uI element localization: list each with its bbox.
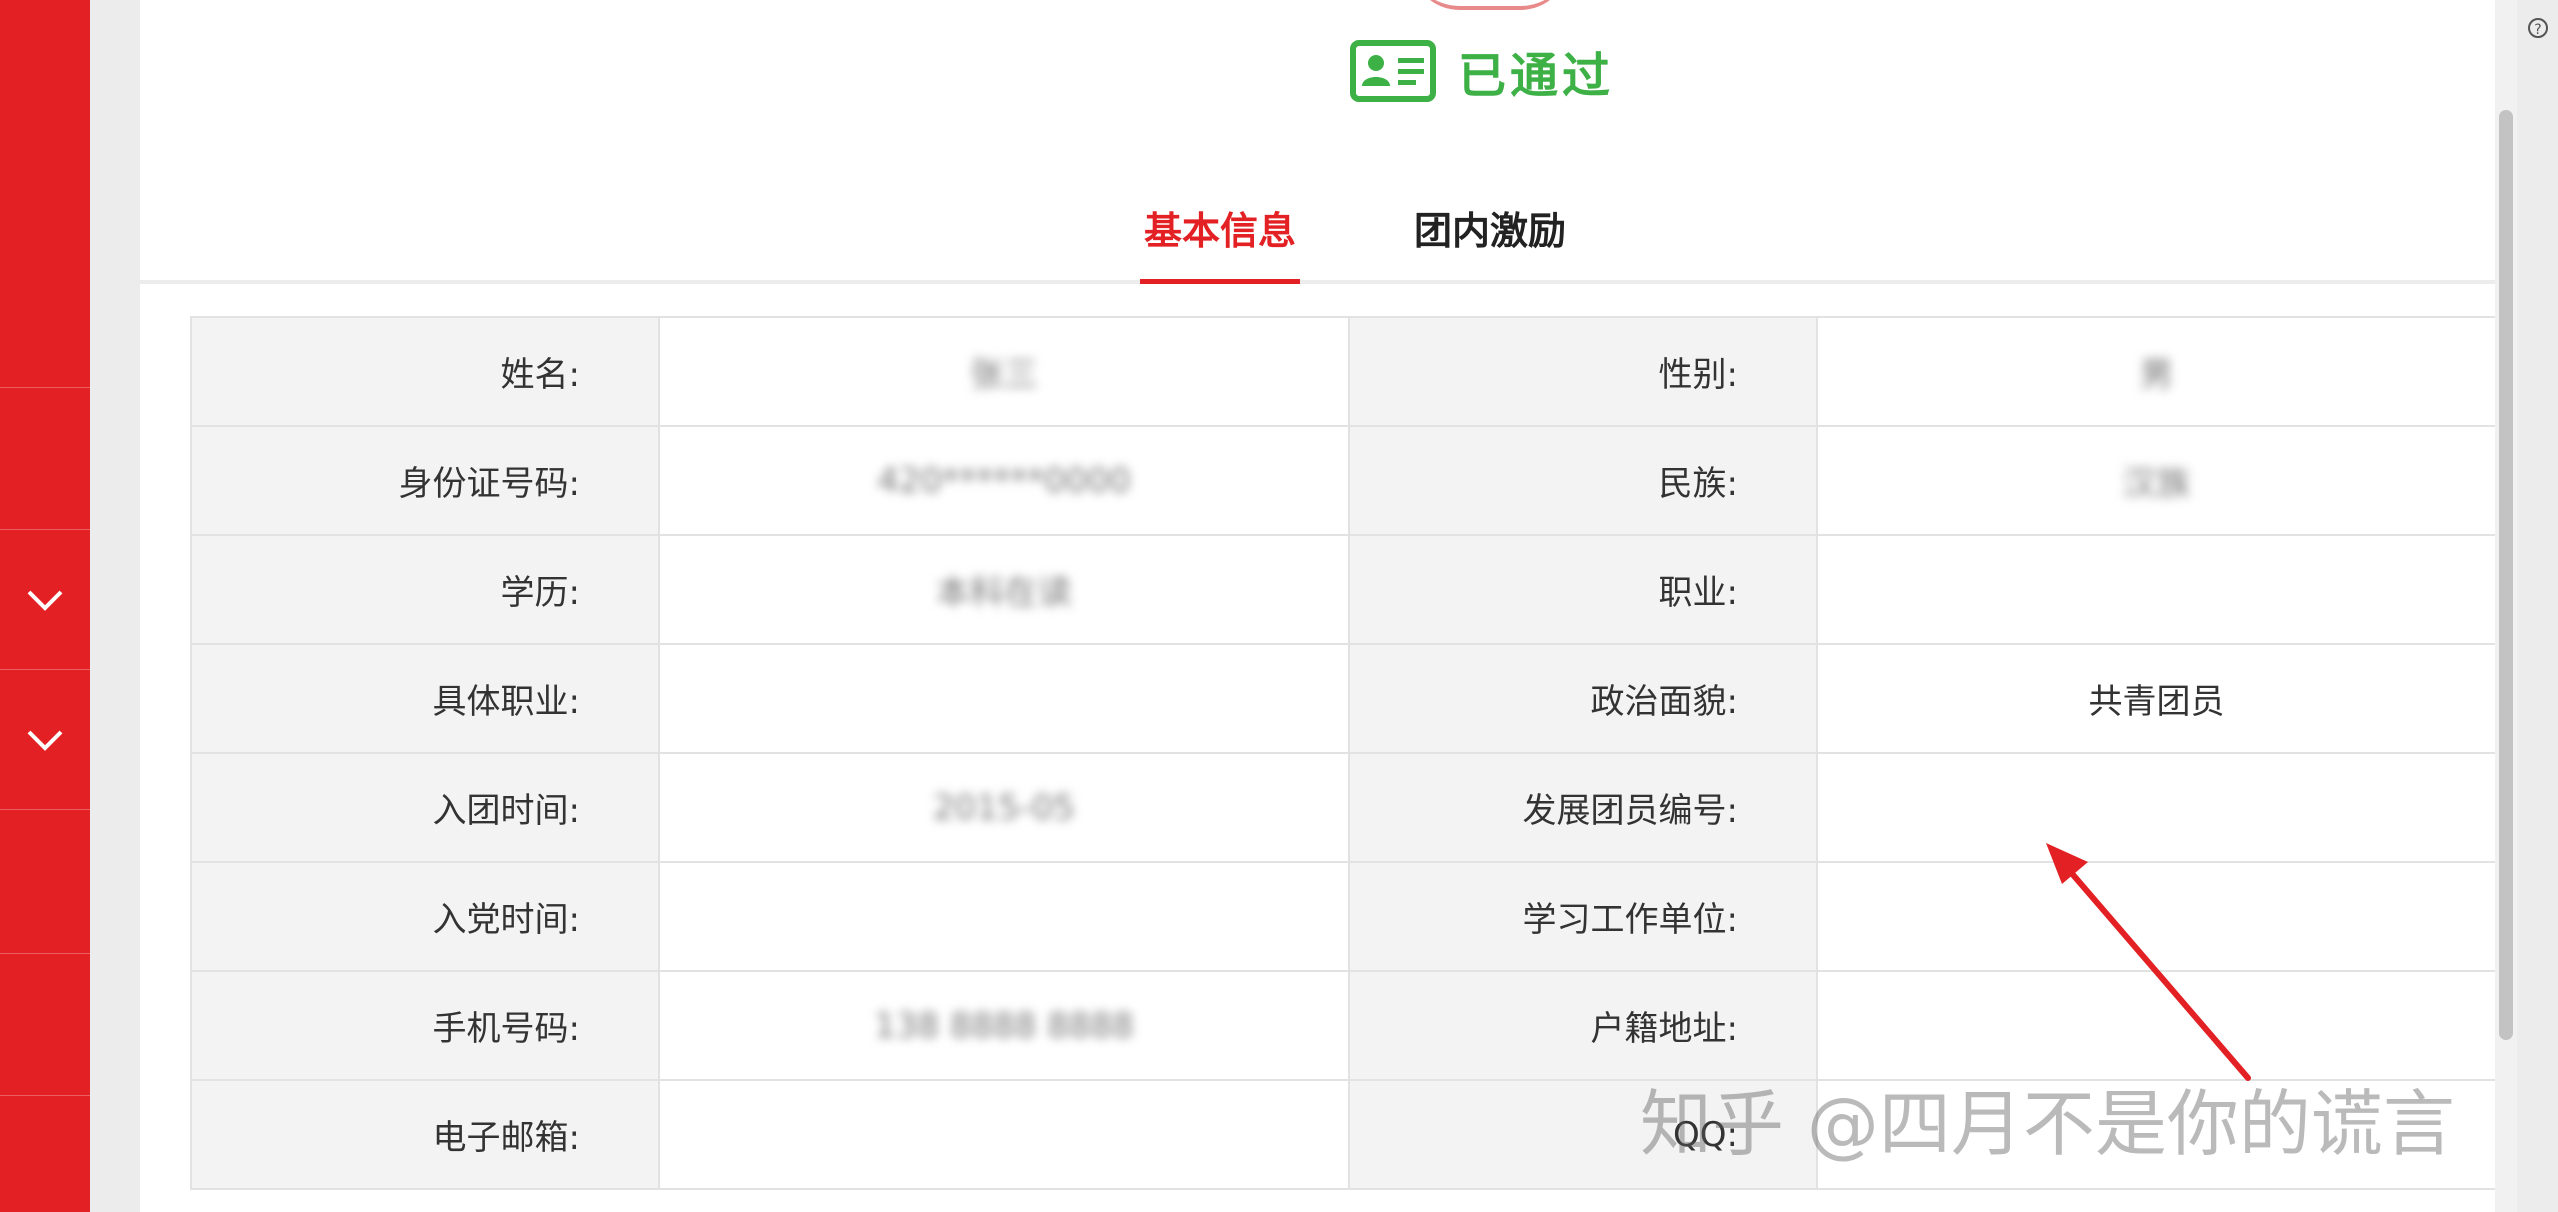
page: 已通过 基本信息 团内激励 姓名: 张三 性别: 男 身份证号码: 420***… bbox=[0, 0, 2558, 1212]
field-label: 学习工作单位: bbox=[1348, 861, 1818, 972]
email-value bbox=[658, 1079, 1350, 1190]
ethnicity-value: 汉族 bbox=[2122, 464, 2191, 504]
field-value: 138 8888 8888 bbox=[658, 970, 1350, 1081]
approval-status: 已通过 bbox=[1350, 36, 1614, 106]
field-label: 学历: bbox=[190, 534, 660, 645]
field-value: 420******0000 bbox=[658, 425, 1350, 536]
specific-occupation-value bbox=[658, 643, 1350, 754]
occupation-value bbox=[1816, 534, 2497, 645]
field-value: 本科在读 bbox=[658, 534, 1350, 645]
tab-bar: 基本信息 团内激励 bbox=[140, 200, 2495, 284]
id-card-icon bbox=[1350, 40, 1436, 102]
field-label: 政治面貌: bbox=[1348, 643, 1818, 754]
tab-incentives[interactable]: 团内激励 bbox=[1390, 200, 1590, 280]
avatar-outline bbox=[1410, 0, 1570, 10]
scrollbar-thumb[interactable] bbox=[2499, 110, 2513, 1040]
political-status-value: 共青团员 bbox=[1816, 643, 2497, 754]
help-icon[interactable]: ? bbox=[2528, 18, 2548, 38]
sidebar-item[interactable] bbox=[0, 388, 90, 530]
field-label: 入党时间: bbox=[190, 861, 660, 972]
table-row: 姓名: 张三 性别: 男 bbox=[190, 316, 2497, 427]
field-value: 汉族 bbox=[1816, 425, 2497, 536]
sidebar-item[interactable] bbox=[0, 954, 90, 1096]
sidebar-item[interactable] bbox=[0, 246, 90, 388]
sidebar-item[interactable] bbox=[0, 810, 90, 954]
table-row: 学历: 本科在读 职业: bbox=[190, 534, 2497, 645]
sidebar-item-expand-2[interactable] bbox=[0, 670, 90, 810]
field-value: 张三 bbox=[658, 316, 1350, 427]
member-detail-card: 已通过 基本信息 团内激励 姓名: 张三 性别: 男 身份证号码: 420***… bbox=[140, 0, 2497, 1212]
table-row: 入党时间: 学习工作单位: bbox=[190, 861, 2497, 972]
id-number-value: 420******0000 bbox=[877, 460, 1131, 501]
field-label: 具体职业: bbox=[190, 643, 660, 754]
field-label: 电子邮箱: bbox=[190, 1079, 660, 1190]
basic-info-table: 姓名: 张三 性别: 男 身份证号码: 420******0000 民族: 汉族… bbox=[190, 316, 2497, 1190]
field-label: 职业: bbox=[1348, 534, 1818, 645]
table-row: 具体职业: 政治面貌: 共青团员 bbox=[190, 643, 2497, 754]
household-address-value bbox=[1816, 970, 2497, 1081]
field-label: 性别: bbox=[1348, 316, 1818, 427]
field-label: 姓名: bbox=[190, 316, 660, 427]
chevron-down-icon bbox=[27, 730, 63, 751]
field-label: 民族: bbox=[1348, 425, 1818, 536]
tab-basic-info[interactable]: 基本信息 bbox=[1140, 200, 1300, 284]
table-row: 入团时间: 2015-05 发展团员编号: bbox=[190, 752, 2497, 863]
sidebar-item-expand-1[interactable] bbox=[0, 530, 90, 670]
table-row: 手机号码: 138 8888 8888 户籍地址: bbox=[190, 970, 2497, 1081]
field-label: 入团时间: bbox=[190, 752, 660, 863]
work-unit-value bbox=[1816, 861, 2497, 972]
status-label: 已通过 bbox=[1458, 48, 1615, 104]
field-label: 身份证号码: bbox=[190, 425, 660, 536]
gender-value: 男 bbox=[2139, 355, 2174, 395]
league-join-date-value: 2015-05 bbox=[932, 787, 1076, 828]
field-value: 2015-05 bbox=[658, 752, 1350, 863]
field-label: 发展团员编号: bbox=[1348, 752, 1818, 863]
education-value: 本科在读 bbox=[936, 573, 1072, 613]
watermark: 知乎 @四月不是你的谎言 bbox=[1640, 1082, 2455, 1166]
field-value: 男 bbox=[1816, 316, 2497, 427]
field-label: 户籍地址: bbox=[1348, 970, 1818, 1081]
sidebar bbox=[0, 0, 90, 1212]
phone-value: 138 8888 8888 bbox=[874, 1005, 1134, 1046]
member-number-value bbox=[1816, 752, 2497, 863]
table-row: 身份证号码: 420******0000 民族: 汉族 bbox=[190, 425, 2497, 536]
field-label: 手机号码: bbox=[190, 970, 660, 1081]
name-value: 张三 bbox=[970, 355, 1038, 395]
party-join-date-value bbox=[658, 861, 1350, 972]
chevron-down-icon bbox=[27, 590, 63, 611]
